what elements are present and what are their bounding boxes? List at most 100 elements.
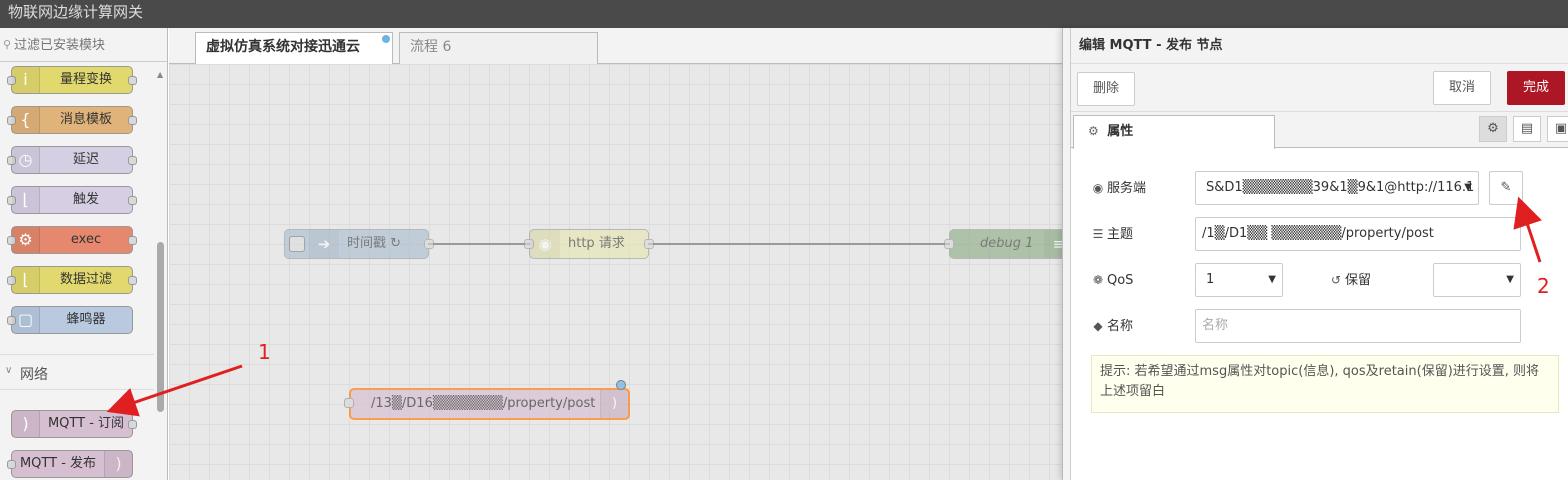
output-port bbox=[424, 239, 434, 249]
category-label: 网络 bbox=[20, 367, 48, 383]
palette-scrollbar[interactable]: ▲ bbox=[154, 62, 167, 480]
server-label-text: 服务端 bbox=[1107, 181, 1147, 196]
topic-label: ☰ 主题 bbox=[1091, 217, 1133, 252]
document-icon: ▤ bbox=[1520, 121, 1534, 136]
search-icon: ⚲ bbox=[3, 38, 12, 51]
qos-select[interactable]: 1 ▼ bbox=[1195, 263, 1283, 297]
wire[interactable] bbox=[428, 243, 530, 245]
tab-properties[interactable]: ⚙ 属性 bbox=[1073, 115, 1275, 149]
history-icon: ↺ bbox=[1330, 273, 1342, 287]
chevron-down-icon: ▼ bbox=[1268, 274, 1276, 285]
name-input[interactable]: 名称 bbox=[1195, 309, 1521, 343]
palette-node-exec[interactable]: ⚙ exec bbox=[7, 226, 137, 254]
tray-tabs: ⚙ 属性 ⚙ ▤ ▣ bbox=[1071, 112, 1568, 149]
topic-label-text: 主题 bbox=[1107, 227, 1134, 242]
tab-flow-6[interactable]: 流程 6 bbox=[399, 32, 598, 64]
edit-server-button[interactable]: ✎ bbox=[1489, 171, 1523, 205]
tab-label: 属性 bbox=[1107, 124, 1134, 139]
output-port bbox=[128, 76, 137, 85]
node-label: http 请求 bbox=[568, 236, 625, 251]
name-placeholder: 名称 bbox=[1202, 318, 1229, 333]
filter-icon: ⌊ bbox=[12, 267, 40, 293]
gear-icon: ⚙ bbox=[12, 227, 40, 253]
palette-node-label: 量程变换 bbox=[59, 72, 112, 87]
annotation-number-2: 2 bbox=[1537, 274, 1550, 298]
appearance-button[interactable]: ▣ bbox=[1547, 116, 1568, 142]
palette-node-mqtt-in[interactable]: ) MQTT - 订阅 bbox=[11, 410, 137, 438]
node-settings-button[interactable]: ⚙ bbox=[1479, 116, 1507, 142]
flow-workspace[interactable]: ➔ 时间戳 ↻ ◉ http 请求 debug 1 ≡ /13▒/D16▒▒▒▒… bbox=[169, 64, 1062, 480]
inject-button[interactable] bbox=[289, 236, 305, 252]
changed-indicator bbox=[382, 35, 390, 43]
tray-resize-handle[interactable] bbox=[1063, 28, 1071, 480]
gear-icon: ⚙ bbox=[1487, 121, 1499, 136]
tray-title: 编辑 MQTT - 发布 节点 bbox=[1071, 28, 1568, 64]
cancel-button[interactable]: 取消 bbox=[1433, 71, 1491, 105]
list-icon: ≡ bbox=[1044, 230, 1062, 258]
gear-icon: ⚙ bbox=[1088, 124, 1099, 138]
output-port bbox=[128, 156, 137, 165]
wifi-icon: ) bbox=[12, 411, 40, 437]
changed-indicator bbox=[616, 380, 626, 390]
palette-node-delay[interactable]: ◷ 延迟 bbox=[7, 146, 137, 174]
output-port bbox=[128, 276, 137, 285]
file-icon: ▢ bbox=[12, 307, 40, 333]
delete-button[interactable]: 删除 bbox=[1077, 72, 1135, 106]
tip-box: 提示: 若希望通过msg属性对topic(信息), qos及retain(保留)… bbox=[1091, 355, 1559, 413]
node-label: debug 1 bbox=[980, 236, 1034, 251]
trigger-icon: ⌊ bbox=[12, 187, 40, 213]
template-icon: { bbox=[12, 107, 40, 133]
palette-node-label: MQTT - 发布 bbox=[19, 456, 97, 471]
name-label: ◆ 名称 bbox=[1091, 309, 1133, 344]
scroll-thumb[interactable] bbox=[157, 242, 164, 412]
app-title: 物联网边缘计算网关 bbox=[8, 3, 144, 21]
tip-text: 提示: 若希望通过msg属性对topic(信息), qos及retain(保留)… bbox=[1100, 364, 1540, 399]
topic-input[interactable]: /1▒/D1▒▒ ▒▒▒▒▒▒▒/property/post bbox=[1195, 217, 1521, 251]
wifi-icon: ) bbox=[104, 451, 132, 477]
done-button[interactable]: 完成 bbox=[1507, 71, 1565, 105]
palette-node-template[interactable]: { 消息模板 bbox=[7, 106, 137, 134]
inject-node[interactable]: ➔ 时间戳 ↻ bbox=[284, 229, 434, 259]
wire[interactable] bbox=[648, 243, 950, 245]
palette-category-network[interactable]: ∨ 网络 bbox=[0, 354, 154, 390]
palette-node-label: exec bbox=[70, 232, 102, 247]
palette-node-label: 消息模板 bbox=[59, 112, 112, 127]
tab-virtual-sim[interactable]: 虚拟仿真系统对接迅通云 bbox=[195, 32, 393, 65]
arrow-right-icon: ➔ bbox=[309, 230, 339, 258]
palette-node-label: 蜂鸣器 bbox=[66, 312, 106, 327]
palette-node-range[interactable]: i 量程变换 bbox=[7, 66, 137, 94]
debug-node[interactable]: debug 1 ≡ bbox=[944, 229, 1062, 259]
output-port bbox=[128, 116, 137, 125]
wifi-icon: ) bbox=[600, 390, 628, 418]
http-request-node[interactable]: ◉ http 请求 bbox=[524, 229, 654, 259]
mqtt-out-node[interactable]: /13▒/D16▒▒▒▒▒▒▒/property/post ) bbox=[344, 380, 630, 420]
qos-label: ❁ QoS bbox=[1091, 263, 1133, 298]
output-port bbox=[644, 239, 654, 249]
frame-icon: ▣ bbox=[1554, 121, 1568, 136]
output-port bbox=[128, 196, 137, 205]
tab-label: 虚拟仿真系统对接迅通云 bbox=[206, 39, 360, 55]
delay-icon: ◷ bbox=[12, 147, 40, 173]
chevron-down-icon: ▼ bbox=[1464, 182, 1472, 193]
palette-node-buzzer[interactable]: ▢ 蜂鸣器 bbox=[7, 306, 133, 334]
tasks-icon: ☰ bbox=[1092, 227, 1104, 241]
retain-label-text: 保留 bbox=[1345, 273, 1372, 288]
scroll-up-icon[interactable]: ▲ bbox=[157, 70, 163, 79]
tag-icon: ◆ bbox=[1093, 319, 1103, 333]
description-button[interactable]: ▤ bbox=[1513, 116, 1541, 142]
chevron-down-icon: ∨ bbox=[5, 365, 13, 376]
tray-toolbar: 删除 取消 完成 bbox=[1071, 64, 1568, 112]
palette-node-trigger[interactable]: ⌊ 触发 bbox=[7, 186, 137, 214]
retain-select[interactable]: ▼ bbox=[1433, 263, 1521, 297]
server-select[interactable]: S&D1▒▒▒▒▒▒▒39&1▒9&1@http://116.1 ▼ bbox=[1195, 171, 1479, 205]
palette-node-filter[interactable]: ⌊ 数据过滤 bbox=[7, 266, 137, 294]
empire-icon: ❁ bbox=[1092, 273, 1104, 287]
range-icon: i bbox=[12, 67, 40, 93]
qos-label-text: QoS bbox=[1107, 273, 1134, 288]
globe-icon: ◉ bbox=[530, 230, 560, 258]
palette-node-mqtt-out[interactable]: MQTT - 发布 ) bbox=[7, 450, 133, 478]
palette-search-input[interactable] bbox=[14, 34, 154, 56]
input-port bbox=[944, 239, 954, 249]
qos-value: 1 bbox=[1206, 272, 1215, 287]
palette-node-label: MQTT - 订阅 bbox=[47, 416, 125, 431]
